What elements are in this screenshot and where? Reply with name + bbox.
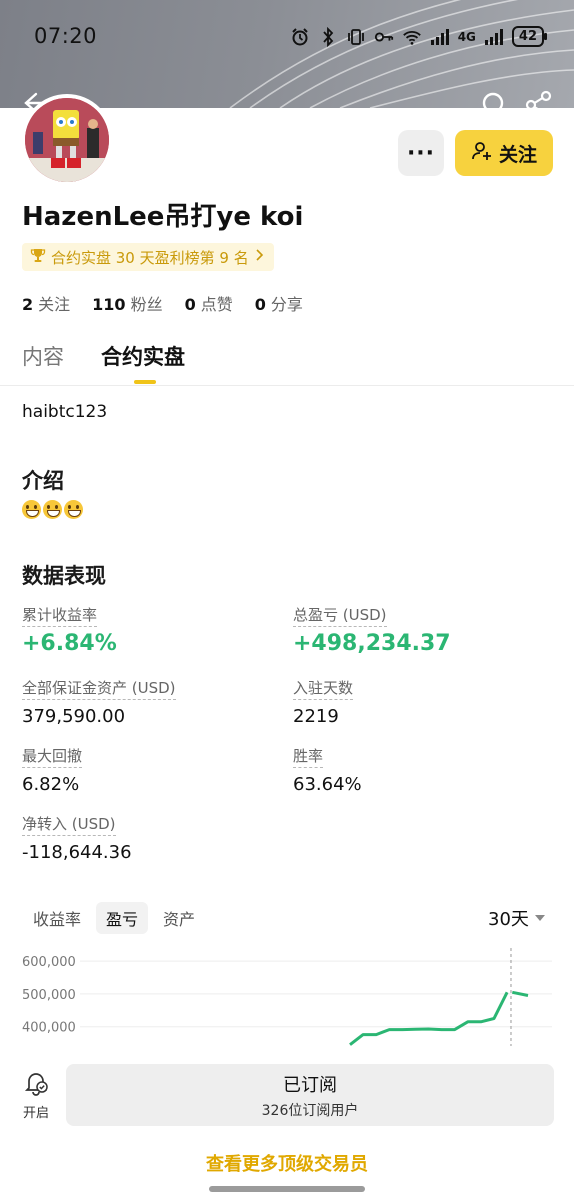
wifi-icon <box>402 27 422 47</box>
metric-label[interactable]: 最大回撤 <box>22 745 83 768</box>
notification-toggle[interactable]: 开启 <box>18 1070 54 1121</box>
bell-check-icon <box>23 1070 49 1100</box>
chart-tabs: 收益率 盈亏 资产 30天 <box>0 900 574 936</box>
grinning-face-icon <box>22 500 41 519</box>
pnl-chart[interactable]: 600,000 500,000 400,000 <box>0 948 574 1048</box>
follow-button[interactable]: 关注 <box>455 130 553 176</box>
status-time: 07:20 <box>34 24 98 48</box>
metric-label[interactable]: 全部保证金资产 (USD) <box>22 677 176 700</box>
stat-following[interactable]: 2 关注 <box>22 291 70 315</box>
subscribe-title: 已订阅 <box>283 1074 337 1096</box>
status-icons: 4G 42 <box>290 26 548 47</box>
series-line-0 <box>349 991 509 1046</box>
home-indicator <box>209 1186 365 1192</box>
performance-heading: 数据表现 <box>22 564 106 588</box>
range-select-value: 30天 <box>488 909 529 930</box>
metric-value: -118,644.36 <box>22 842 132 863</box>
rank-badge[interactable]: 合约实盘 30 天盈利榜第 9 名 <box>22 243 274 271</box>
metric-total-pnl: 总盈亏 (USD) +498,234.37 <box>293 604 451 656</box>
chart-tab-assets[interactable]: 资产 <box>163 906 195 930</box>
metric-label[interactable]: 胜率 <box>293 745 324 768</box>
metric-value: 63.64% <box>293 774 362 795</box>
rank-badge-text: 合约实盘 30 天盈利榜第 9 名 <box>51 248 249 267</box>
pnl-chart-svg: 600,000 500,000 400,000 <box>22 948 552 1048</box>
intro-text <box>22 500 83 519</box>
metric-value: +6.84% <box>22 631 117 656</box>
metric-value: 6.82% <box>22 774 80 795</box>
profile-tabs: 内容 合约实盘 <box>0 338 574 386</box>
grinning-face-icon <box>43 500 62 519</box>
more-traders-link[interactable]: 查看更多顶级交易员 <box>0 1150 574 1176</box>
chart-tab-return-rate[interactable]: 收益率 <box>33 906 81 930</box>
vibrate-icon <box>346 27 366 47</box>
y-tick-label: 500,000 <box>22 988 76 1003</box>
metric-win-rate: 胜率 63.64% <box>293 745 362 795</box>
metric-label[interactable]: 净转入 (USD) <box>22 813 116 836</box>
social-stats: 2 关注 110 粉丝 0 点赞 0 分享 <box>22 291 303 315</box>
trophy-icon <box>30 247 46 267</box>
metric-label[interactable]: 累计收益率 <box>22 604 98 627</box>
metric-value: 379,590.00 <box>22 706 126 727</box>
account-handle: haibtc123 <box>22 402 108 422</box>
key-icon <box>374 27 394 47</box>
signal-icon <box>484 27 504 47</box>
follow-label: 关注 <box>498 143 537 166</box>
y-tick-label: 600,000 <box>22 955 76 970</box>
more-options-icon: ··· <box>406 140 436 166</box>
bluetooth-icon <box>318 26 338 47</box>
metric-max-drawdown: 最大回撤 6.82% <box>22 745 83 795</box>
range-select[interactable]: 30天 <box>488 905 545 931</box>
more-options-button[interactable]: ··· <box>398 130 444 176</box>
metric-value: +498,234.37 <box>293 631 451 656</box>
tab-futures-live[interactable]: 合约实盘 <box>101 341 185 371</box>
caret-down-icon <box>534 915 545 921</box>
avatar-image <box>25 98 109 182</box>
notification-label: 开启 <box>22 1106 49 1121</box>
avatar[interactable] <box>21 94 113 186</box>
username: HazenLee吊打ye koi <box>22 202 304 232</box>
stat-shares: 0 分享 <box>254 295 303 314</box>
intro-heading: 介绍 <box>22 469 64 493</box>
tab-content[interactable]: 内容 <box>22 341 64 371</box>
metric-label[interactable]: 总盈亏 (USD) <box>293 604 387 627</box>
stat-likes: 0 点赞 <box>184 295 233 314</box>
chart-tab-pnl[interactable]: 盈亏 <box>96 902 149 934</box>
stat-followers[interactable]: 110 粉丝 <box>92 291 162 315</box>
status-bar: 07:20 4G 42 <box>0 0 574 76</box>
add-user-icon <box>471 140 493 167</box>
metric-net-transfer: 净转入 (USD) -118,644.36 <box>22 813 132 863</box>
metric-days-joined: 入驻天数 2219 <box>293 677 354 727</box>
signal-icon <box>430 27 450 47</box>
subscribe-button[interactable]: 已订阅 326位订阅用户 <box>66 1064 554 1126</box>
chevron-right-icon <box>254 248 264 266</box>
active-tab-indicator <box>134 380 156 384</box>
alarm-icon <box>290 27 310 47</box>
series-line-1 <box>512 990 529 997</box>
battery-indicator: 42 <box>511 26 548 47</box>
grinning-face-icon <box>64 500 83 519</box>
metric-label[interactable]: 入驻天数 <box>293 677 354 700</box>
metric-cumulative-return: 累计收益率 +6.84% <box>22 604 117 656</box>
network-type: 4G <box>457 29 476 44</box>
metric-margin-assets: 全部保证金资产 (USD) 379,590.00 <box>22 677 176 727</box>
metric-value: 2219 <box>293 706 339 727</box>
subscriber-count: 326位订阅用户 <box>261 1102 359 1119</box>
bottom-bar: 开启 已订阅 326位订阅用户 查看更多顶级交易员 <box>0 1046 574 1200</box>
y-tick-label: 400,000 <box>22 1021 76 1036</box>
